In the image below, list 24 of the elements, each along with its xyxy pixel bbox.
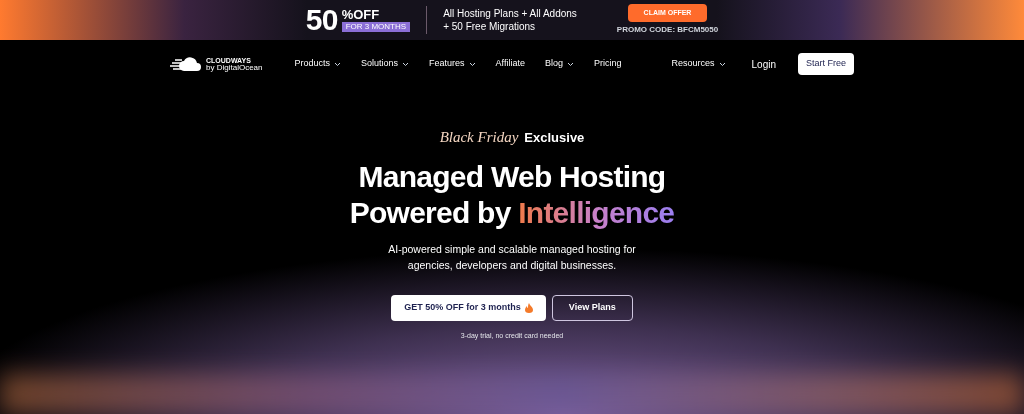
nav-link[interactable]: Pricing xyxy=(593,57,622,71)
hero-subtitle: AI-powered simple and scalable managed hosting for agencies, developers and digital businesses. xyxy=(387,241,637,273)
promo-code-text: PROMO CODE: BFCM5050 xyxy=(616,24,719,37)
cloud-logo-icon xyxy=(170,56,202,72)
logo-tagline: by DigitalOcean xyxy=(206,63,263,72)
discount-text: 50 xyxy=(305,5,338,35)
eyebrow-script-text: Black Friday xyxy=(439,128,519,147)
nav-link[interactable]: Affiliate xyxy=(495,57,525,71)
nav-link[interactable]: Products xyxy=(294,57,341,71)
duration-badge: FOR 3 MONTHS xyxy=(341,22,411,32)
flame-icon xyxy=(524,302,533,313)
get-offer-button[interactable]: GET 50% OFF for 3 months xyxy=(391,294,546,321)
offer-text: + 50 Free Migrations xyxy=(443,20,537,33)
nav-link[interactable]: Solutions xyxy=(361,57,410,71)
discount-label: %OFF xyxy=(341,8,381,21)
hero-headline: Managed Web Hosting Powered by Intelligence xyxy=(349,158,675,231)
start-free-button[interactable]: Start Free xyxy=(798,53,854,75)
nav-link[interactable]: Blog xyxy=(544,57,574,71)
nav-link[interactable]: Resources xyxy=(671,57,726,71)
view-plans-button[interactable]: View Plans xyxy=(551,294,633,321)
login-link[interactable]: Login xyxy=(751,56,776,72)
offer-text: All Hosting Plans + All Addons xyxy=(443,7,577,20)
nav-link[interactable]: Features xyxy=(429,57,476,71)
eyebrow-text: Exclusive xyxy=(524,129,585,147)
